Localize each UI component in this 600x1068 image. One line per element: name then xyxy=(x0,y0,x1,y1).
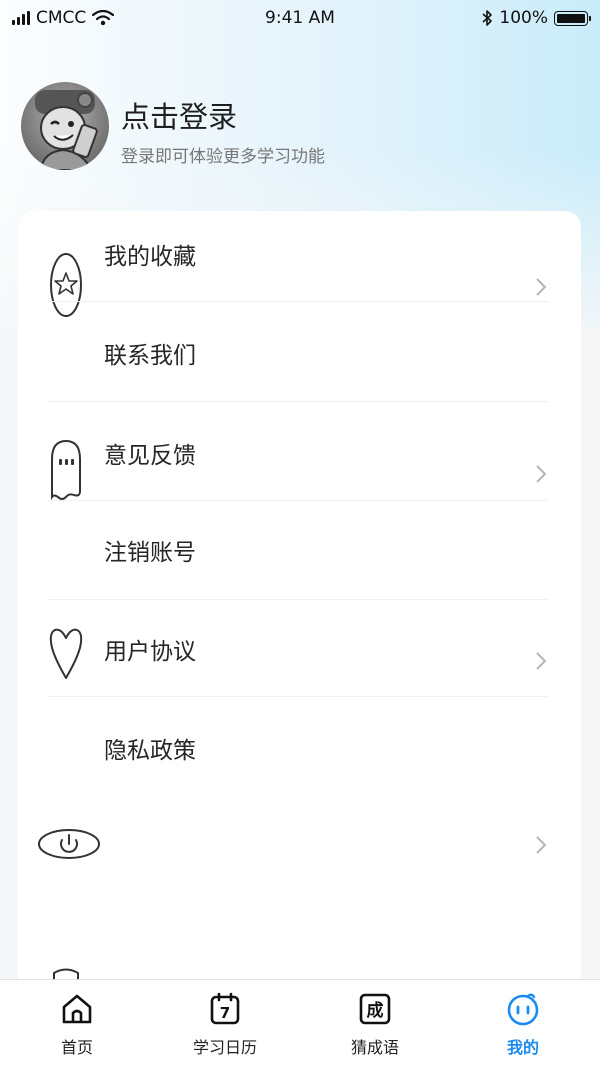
calendar-day-number: 7 xyxy=(220,1004,230,1022)
login-title[interactable]: 点击登录 xyxy=(121,94,237,136)
ghost-icon xyxy=(51,439,81,501)
idiom-glyph: 成 xyxy=(367,1000,384,1021)
battery-icon xyxy=(554,10,591,26)
menu-item-contact[interactable]: 联系我们 xyxy=(104,336,196,370)
home-icon xyxy=(62,994,92,1024)
tab-calendar[interactable]: 7 学习日历 xyxy=(150,980,300,1068)
menu-item-agreement[interactable]: 用户协议 xyxy=(104,632,196,666)
menu-item-feedback[interactable]: 意见反馈 xyxy=(104,436,196,470)
chevron-right-icon[interactable] xyxy=(534,835,548,855)
avatar[interactable] xyxy=(21,82,109,170)
status-right-group: 100% xyxy=(482,8,591,28)
avatar-image xyxy=(35,90,98,170)
chevron-right-icon[interactable] xyxy=(534,277,548,297)
chevron-right-icon[interactable] xyxy=(534,464,548,484)
tab-mine-label: 我的 xyxy=(506,1038,539,1057)
tab-bar: 首页 7 学习日历 成 猜成语 我的 xyxy=(0,979,600,1068)
tab-idiom[interactable]: 成 猜成语 xyxy=(300,980,450,1068)
menu-item-cancel-account[interactable]: 注销账号 xyxy=(104,533,196,567)
tab-calendar-label: 学习日历 xyxy=(192,1038,257,1057)
bluetooth-icon xyxy=(482,10,493,26)
menu-card: 我的收藏 联系我们 意见反馈 注销账号 用户协议 隐私政策 xyxy=(18,211,581,1011)
menu-item-favorites[interactable]: 我的收藏 xyxy=(104,237,196,271)
menu-item-privacy[interactable]: 隐私政策 xyxy=(104,731,196,765)
power-icon[interactable] xyxy=(37,828,101,860)
divider xyxy=(48,500,548,501)
tab-idiom-label: 猜成语 xyxy=(350,1038,399,1057)
idiom-icon: 成 xyxy=(359,993,391,1025)
divider xyxy=(48,599,548,600)
battery-percent: 100% xyxy=(499,8,548,28)
divider xyxy=(48,696,548,697)
divider xyxy=(48,401,548,402)
tab-home[interactable]: 首页 xyxy=(2,980,152,1068)
divider xyxy=(48,301,548,302)
calendar-icon: 7 xyxy=(210,992,240,1025)
tab-mine[interactable]: 我的 xyxy=(448,980,598,1068)
status-bar: CMCC 9:41 AM 100% xyxy=(0,0,600,36)
login-subtitle: 登录即可体验更多学习功能 xyxy=(121,147,325,167)
tab-home-label: 首页 xyxy=(60,1038,93,1057)
mine-face-icon xyxy=(507,993,539,1026)
heart-icon xyxy=(49,628,83,679)
chevron-right-icon[interactable] xyxy=(534,651,548,671)
star-badge-icon xyxy=(50,253,82,317)
